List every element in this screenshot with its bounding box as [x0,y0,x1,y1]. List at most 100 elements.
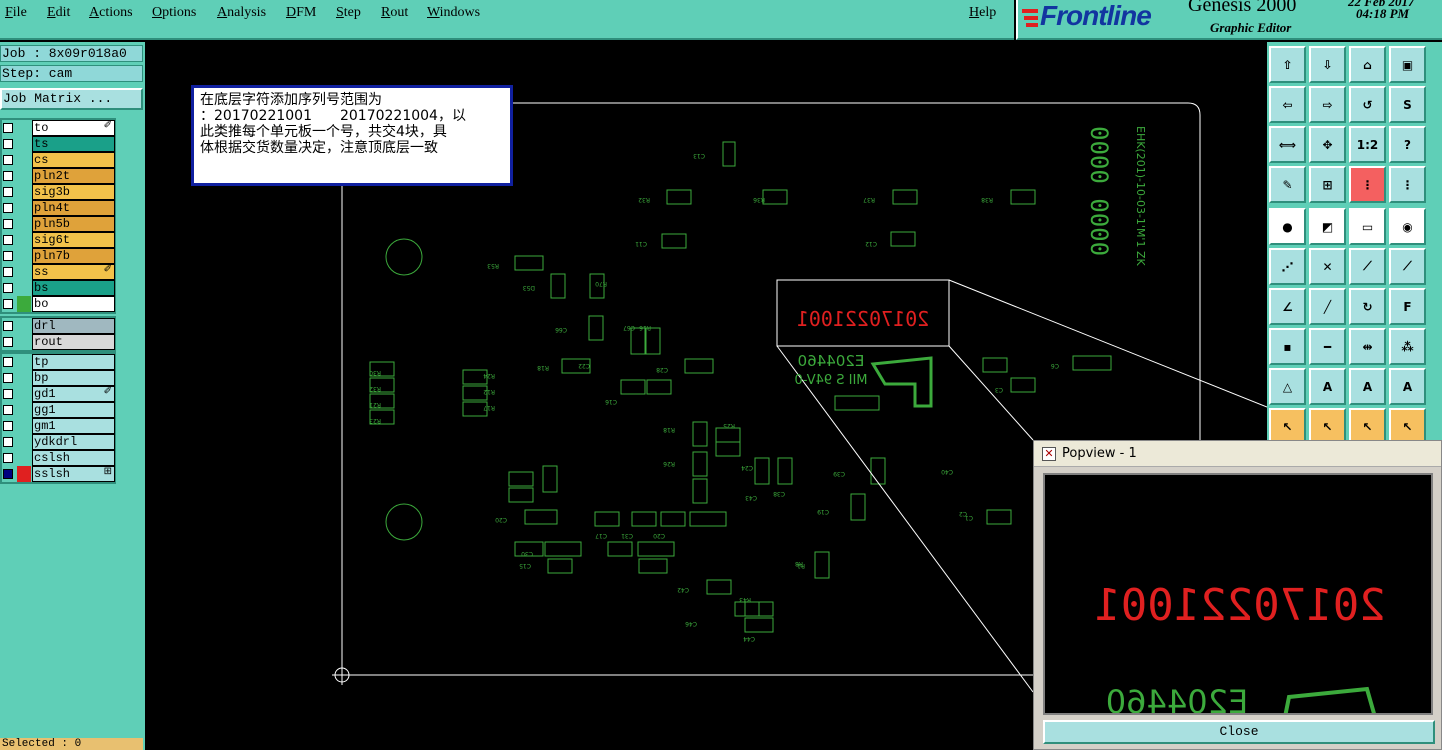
layer-name[interactable]: rout [32,334,115,350]
fit-all-button[interactable]: ✥ [1309,126,1346,163]
layer-name[interactable]: gg1 [32,402,115,418]
window-button[interactable]: ▣ [1389,46,1426,83]
contour-tool-button[interactable]: ◩ [1309,208,1346,245]
layer-display-swatch[interactable] [17,216,31,232]
layer-display-swatch[interactable] [17,280,31,296]
layer-name[interactable]: gm1 [32,418,115,434]
layer-checkbox[interactable] [3,321,13,331]
layer-row-cs[interactable]: cs [2,152,115,168]
menu-options[interactable]: Options [152,5,196,21]
menu-help[interactable]: Help [969,5,996,21]
layer-row-sig6t[interactable]: sig6t [2,232,115,248]
pan-left-button[interactable]: ⇦ [1269,86,1306,123]
pan-right-button[interactable]: ⇨ [1309,86,1346,123]
layer-name[interactable]: sig3b [32,184,115,200]
text-b-button[interactable]: A [1349,368,1386,405]
triangle-tool-button[interactable]: △ [1269,368,1306,405]
undo-button[interactable]: ↻ [1349,288,1386,325]
layer-checkbox[interactable] [3,337,13,347]
layer-checkbox[interactable] [3,373,13,383]
menu-dfm[interactable]: DFM [286,5,316,21]
layer-name[interactable]: sslsh [32,466,115,482]
angle-tool-button[interactable]: ∠ [1269,288,1306,325]
open-down-button[interactable]: ⇩ [1309,46,1346,83]
layer-row-rout[interactable]: rout [2,334,115,350]
job-matrix-button[interactable]: Job Matrix ... [0,88,143,110]
popview-title-bar[interactable]: ✕ Popview - 1 [1034,441,1441,467]
layer-name[interactable]: cslsh [32,450,115,466]
layer-name[interactable]: bo [32,296,115,312]
layer-checkbox[interactable] [3,405,13,415]
measure-button[interactable]: ⇹ [1349,328,1386,365]
layer-swap-button[interactable]: ⋮ [1389,166,1426,203]
layer-name[interactable]: drl [32,318,115,334]
layer-row-sslsh[interactable]: sslsh ⊞ [2,466,115,482]
layer-checkbox[interactable] [3,219,13,229]
layer-name[interactable]: ydkdrl [32,434,115,450]
zoom-ratio-button[interactable]: 1:2 [1349,126,1386,163]
delete-button[interactable]: ✕ [1309,248,1346,285]
layer-display-swatch[interactable] [17,152,31,168]
layer-name[interactable]: gd1 [32,386,115,402]
layer-display-swatch[interactable] [17,296,31,312]
layer-name[interactable]: pln7b [32,248,115,264]
line-tool-button[interactable]: ⟋ [1349,248,1386,285]
layer-display-swatch[interactable] [17,264,31,280]
layer-display-swatch[interactable] [17,402,31,418]
layer-display-swatch[interactable] [17,168,31,184]
layer-name[interactable]: ts [32,136,115,152]
layer-name[interactable]: pln4t [32,200,115,216]
layer-checkbox[interactable] [3,187,13,197]
layer-checkbox[interactable] [3,139,13,149]
layer-checkbox[interactable] [3,453,13,463]
layer-checkbox[interactable] [3,267,13,277]
layer-display-swatch[interactable] [17,434,31,450]
layer-display-swatch[interactable] [17,120,31,136]
layer-row-ss[interactable]: ss ✐ [2,264,115,280]
menu-analysis[interactable]: Analysis [217,5,266,21]
layer-name[interactable]: bs [32,280,115,296]
layer-row-tp[interactable]: tp [2,354,115,370]
layer-display-swatch[interactable] [17,232,31,248]
layer-checkbox[interactable] [3,171,13,181]
layer-name[interactable]: tp [32,354,115,370]
layer-display-swatch[interactable] [17,466,31,482]
layer-checkbox[interactable] [3,203,13,213]
line-end-button[interactable]: ⟋ [1389,248,1426,285]
layer-display-swatch[interactable] [17,136,31,152]
minus-tool-button[interactable]: ━ [1309,328,1346,365]
layer-display-swatch[interactable] [17,354,31,370]
layer-display-swatch[interactable] [17,450,31,466]
layer-name[interactable]: sig6t [32,232,115,248]
layer-row-sig3b[interactable]: sig3b [2,184,115,200]
layer-name[interactable]: bp [32,370,115,386]
layer-display-swatch[interactable] [17,200,31,216]
layer-name[interactable]: pln5b [32,216,115,232]
layer-display-swatch[interactable] [17,184,31,200]
help-button[interactable]: ? [1389,126,1426,163]
layer-row-ts[interactable]: ts [2,136,115,152]
layer-name[interactable]: pln2t [32,168,115,184]
layer-display-swatch[interactable] [17,318,31,334]
layer-row-gm1[interactable]: gm1 [2,418,115,434]
open-up-button[interactable]: ⇧ [1269,46,1306,83]
layer-checkbox[interactable] [3,421,13,431]
layer-display-swatch[interactable] [17,370,31,386]
group-button[interactable]: ⁂ [1389,328,1426,365]
layer-checkbox[interactable] [3,235,13,245]
text-c-button[interactable]: A [1389,368,1426,405]
layer-display-button[interactable]: ⋮ [1349,166,1386,203]
menu-step[interactable]: Step [336,5,361,21]
menu-edit[interactable]: Edit [47,5,70,21]
layer-display-swatch[interactable] [17,386,31,402]
layer-checkbox[interactable] [3,357,13,367]
layer-name[interactable]: cs [32,152,115,168]
grid-button[interactable]: ⊞ [1309,166,1346,203]
layer-display-swatch[interactable] [17,418,31,434]
connect-button[interactable]: ⋰ [1269,248,1306,285]
slash-tool-button[interactable]: ╱ [1309,288,1346,325]
pad-tool-button[interactable]: ● [1269,208,1306,245]
feature-button[interactable]: F [1389,288,1426,325]
surface-tool-button[interactable]: ◉ [1389,208,1426,245]
layer-display-swatch[interactable] [17,334,31,350]
